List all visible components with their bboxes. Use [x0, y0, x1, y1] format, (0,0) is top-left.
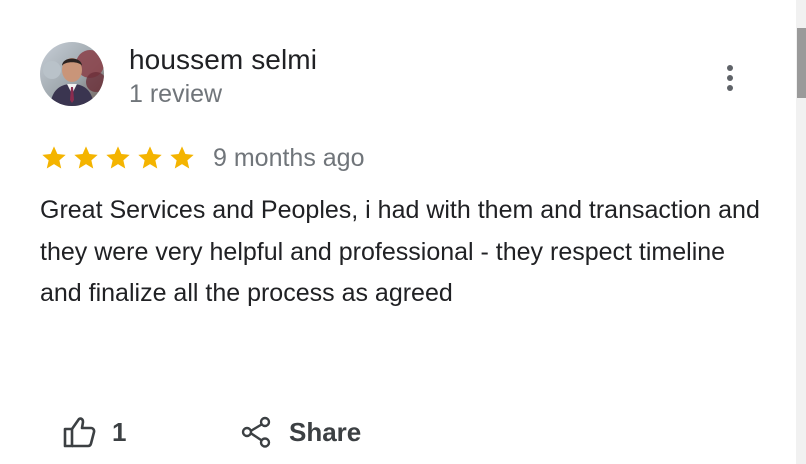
like-count: 1 [112, 416, 127, 447]
avatar-photo [40, 42, 104, 106]
star-icon [170, 146, 194, 169]
scrollbar[interactable] [796, 0, 806, 464]
share-label: Share [289, 416, 362, 447]
star-icon [42, 146, 66, 169]
star-icon [74, 146, 98, 169]
reviewer-review-count: 1 review [129, 80, 223, 108]
thumb-up-icon [63, 417, 96, 448]
like-button[interactable]: 1 [62, 410, 126, 454]
avatar[interactable] [40, 42, 104, 106]
share-button[interactable]: Share [240, 410, 361, 454]
star-rating [40, 144, 196, 172]
star-icon [138, 146, 162, 169]
more-vert-icon [727, 65, 733, 91]
star-icon [106, 146, 130, 169]
review-date: 9 months ago [213, 144, 365, 172]
review-text: Great Services and Peoples, i had with t… [40, 196, 760, 307]
scrollbar-thumb[interactable] [797, 28, 806, 98]
reviewer-name[interactable]: houssem selmi [129, 44, 317, 76]
more-options-button[interactable] [712, 60, 748, 96]
share-icon [241, 416, 271, 448]
